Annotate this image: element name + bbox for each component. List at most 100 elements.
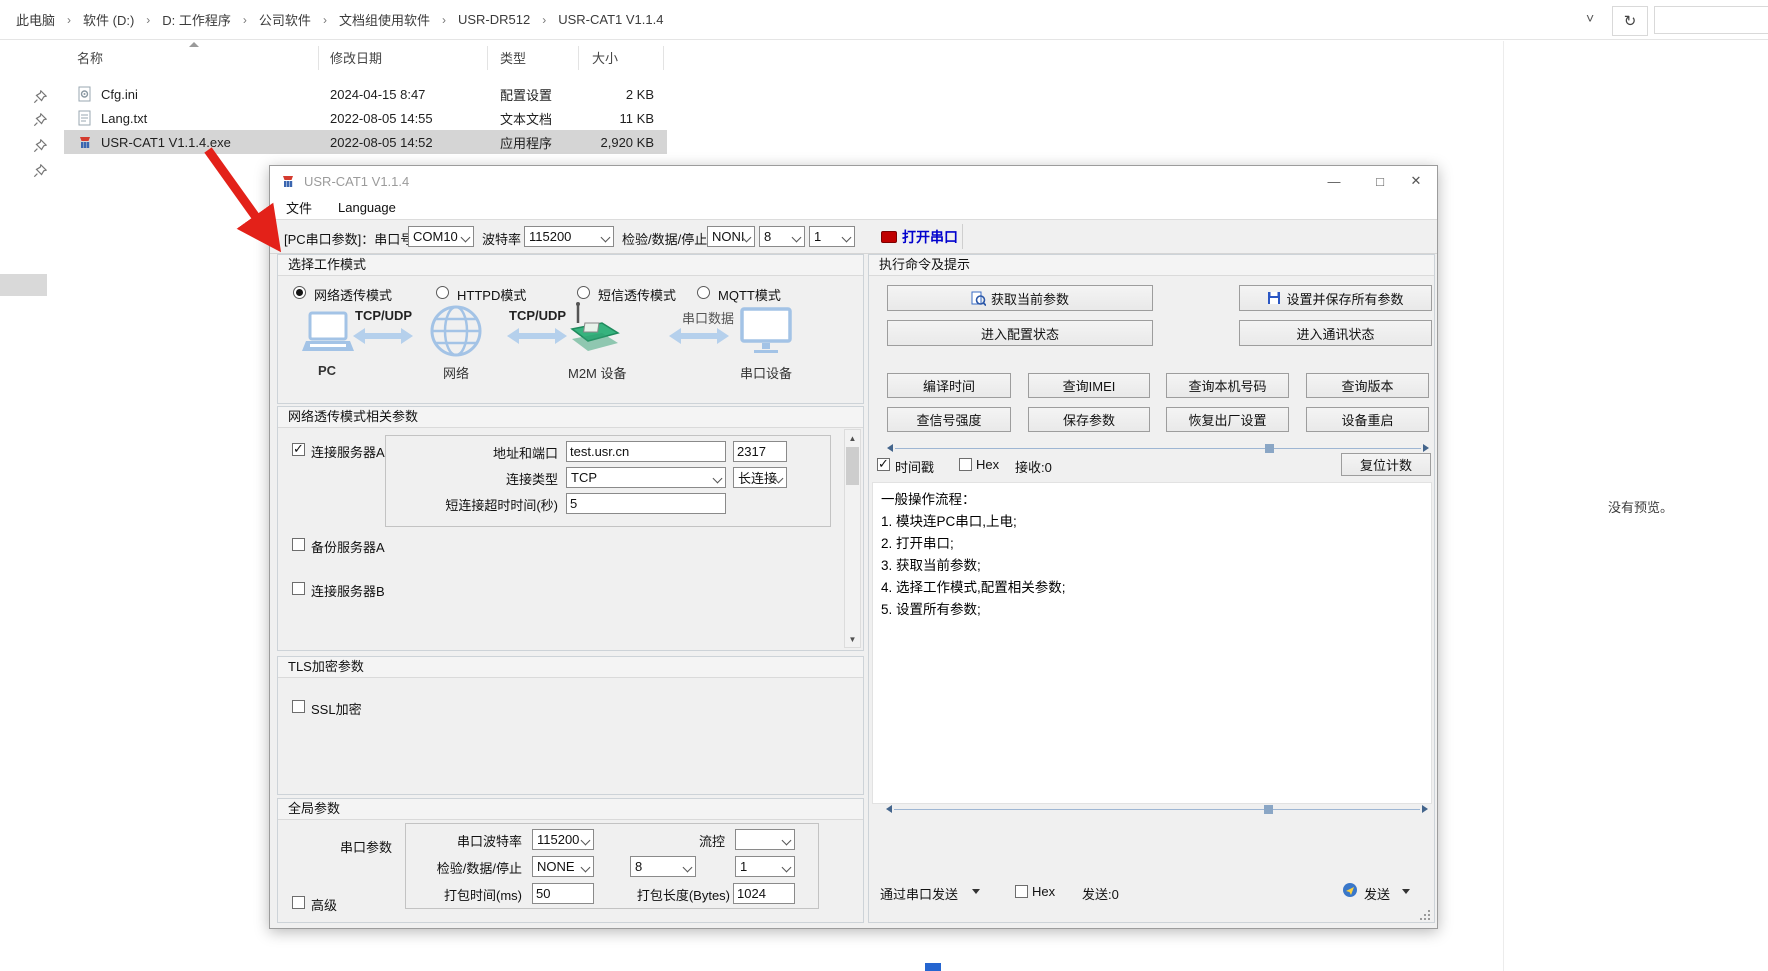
column-header-size[interactable]: 大小 bbox=[592, 48, 618, 72]
address-input[interactable] bbox=[566, 441, 726, 462]
horizontal-slider[interactable] bbox=[887, 444, 1429, 453]
radio-label[interactable]: HTTPD模式 bbox=[457, 285, 526, 304]
short-timeout-input[interactable] bbox=[566, 493, 726, 514]
device-restart-button[interactable]: 设备重启 bbox=[1306, 407, 1429, 432]
horizontal-slider[interactable] bbox=[886, 805, 1428, 814]
query-signal-button[interactable]: 查信号强度 bbox=[887, 407, 1011, 432]
breadcrumb-item-current[interactable]: USR-CAT1 V1.1.4 bbox=[554, 12, 667, 27]
vertical-scrollbar[interactable]: ▲ ▼ bbox=[844, 429, 861, 648]
baud-select[interactable]: 115200 bbox=[524, 226, 614, 247]
radio-httpd[interactable] bbox=[436, 286, 449, 299]
enter-config-button[interactable]: 进入配置状态 bbox=[887, 320, 1153, 346]
advanced-label[interactable]: 高级 bbox=[311, 895, 337, 914]
hex-recv-checkbox[interactable] bbox=[959, 458, 972, 471]
breadcrumb-item[interactable]: D: 工作程序 bbox=[158, 10, 235, 29]
scrollbar-thumb[interactable] bbox=[846, 447, 859, 485]
column-header-date[interactable]: 修改日期 bbox=[330, 48, 382, 72]
global-stopbits-select[interactable]: 1 bbox=[735, 856, 795, 877]
save-params-button[interactable]: 保存参数 bbox=[1028, 407, 1150, 432]
query-version-button[interactable]: 查询版本 bbox=[1306, 373, 1429, 398]
factory-reset-button[interactable]: 恢复出厂设置 bbox=[1166, 407, 1289, 432]
get-params-button[interactable]: 获取当前参数 bbox=[887, 285, 1153, 311]
databits-select[interactable]: 8 bbox=[759, 226, 805, 247]
compile-time-button[interactable]: 编译时间 bbox=[887, 373, 1011, 398]
advanced-checkbox[interactable] bbox=[292, 896, 305, 909]
scroll-down-icon[interactable]: ▼ bbox=[845, 631, 860, 647]
slider-left-arrow-icon[interactable] bbox=[887, 444, 893, 452]
conn-type-select[interactable]: TCP bbox=[566, 467, 726, 488]
radio-sms-passthrough[interactable] bbox=[577, 286, 590, 299]
slider-thumb[interactable] bbox=[1264, 805, 1273, 814]
port-input[interactable] bbox=[733, 441, 787, 462]
menu-language[interactable]: Language bbox=[338, 200, 396, 215]
slider-left-arrow-icon[interactable] bbox=[886, 805, 892, 813]
com-port-select[interactable]: COM10 bbox=[408, 226, 474, 247]
backup-a-label[interactable]: 备份服务器A bbox=[311, 537, 385, 556]
pack-time-input[interactable] bbox=[532, 883, 594, 904]
resize-grip[interactable] bbox=[1420, 910, 1430, 920]
timestamp-checkbox[interactable] bbox=[877, 458, 890, 471]
enter-comm-button[interactable]: 进入通讯状态 bbox=[1239, 320, 1432, 346]
global-parity-select[interactable]: NONE bbox=[532, 856, 594, 877]
radio-net-passthrough[interactable] bbox=[293, 286, 306, 299]
file-row-selected[interactable]: USR-CAT1 V1.1.4.exe 2022-08-05 14:52 应用程… bbox=[64, 130, 667, 154]
set-save-all-button[interactable]: 设置并保存所有参数 bbox=[1239, 285, 1432, 311]
hex-send-label[interactable]: Hex bbox=[1032, 884, 1055, 899]
backup-a-checkbox[interactable] bbox=[292, 538, 305, 551]
slider-thumb[interactable] bbox=[1265, 444, 1274, 453]
send-button[interactable]: 发送 bbox=[1364, 884, 1390, 903]
hex-send-checkbox[interactable] bbox=[1015, 885, 1028, 898]
radio-mqtt[interactable] bbox=[697, 286, 710, 299]
flow-select[interactable] bbox=[735, 829, 795, 850]
refresh-button[interactable]: ↻ bbox=[1612, 6, 1648, 36]
column-header-type[interactable]: 类型 bbox=[500, 48, 526, 72]
global-databits-select[interactable]: 8 bbox=[630, 856, 696, 877]
tls-group: TLS加密参数 SSL加密 bbox=[277, 656, 864, 795]
pack-len-input[interactable] bbox=[733, 883, 795, 904]
radio-label[interactable]: MQTT模式 bbox=[718, 285, 781, 304]
search-input[interactable] bbox=[1654, 6, 1768, 34]
scroll-up-icon[interactable]: ▲ bbox=[845, 430, 860, 446]
menu-file[interactable]: 文件 bbox=[286, 198, 312, 217]
hex-recv-label[interactable]: Hex bbox=[976, 457, 999, 472]
dropdown-arrow-icon[interactable] bbox=[972, 889, 980, 894]
server-a-label[interactable]: 连接服务器A bbox=[311, 442, 385, 461]
chevron-down-icon[interactable]: ˅ bbox=[1586, 10, 1594, 26]
column-divider bbox=[578, 46, 579, 70]
partial-taskbar-icon bbox=[925, 963, 941, 971]
server-a-checkbox[interactable] bbox=[292, 443, 305, 456]
breadcrumb-item[interactable]: 文档组使用软件 bbox=[335, 10, 434, 29]
ssl-label[interactable]: SSL加密 bbox=[311, 699, 362, 718]
timestamp-label[interactable]: 时间戳 bbox=[895, 457, 934, 476]
server-b-checkbox[interactable] bbox=[292, 582, 305, 595]
slider-right-arrow-icon[interactable] bbox=[1423, 444, 1429, 452]
dropdown-arrow-icon[interactable] bbox=[1402, 889, 1410, 894]
send-via-serial-label[interactable]: 通过串口发送 bbox=[880, 884, 958, 903]
breadcrumb-item[interactable]: 软件 (D:) bbox=[79, 10, 138, 29]
title-bar[interactable]: USR-CAT1 V1.1.4 bbox=[270, 166, 1437, 196]
open-port-button[interactable]: 打开串口 bbox=[902, 227, 958, 247]
file-row[interactable]: Lang.txt 2022-08-05 14:55 文本文档 11 KB bbox=[64, 106, 667, 130]
chevron-down-icon bbox=[792, 233, 802, 243]
ssl-checkbox[interactable] bbox=[292, 700, 305, 713]
minimize-button[interactable]: — bbox=[1312, 166, 1356, 196]
close-button[interactable]: ✕ bbox=[1394, 166, 1438, 196]
breadcrumb-item[interactable]: 公司软件 bbox=[255, 10, 315, 29]
breadcrumb-item[interactable]: 此电脑 bbox=[12, 10, 59, 29]
parity-select[interactable]: NONI bbox=[707, 226, 755, 247]
log-output[interactable]: 一般操作流程： 1. 模块连PC串口,上电; 2. 打开串口; 3. 获取当前参… bbox=[872, 482, 1432, 804]
server-b-label[interactable]: 连接服务器B bbox=[311, 581, 385, 600]
slider-right-arrow-icon[interactable] bbox=[1422, 805, 1428, 813]
keepalive-select[interactable]: 长连接 bbox=[733, 467, 787, 488]
serial-params-section-label: 串口参数 bbox=[324, 837, 392, 856]
radio-label[interactable]: 网络透传模式 bbox=[314, 285, 392, 304]
global-baud-select[interactable]: 115200 bbox=[532, 829, 594, 850]
chevron-down-icon bbox=[601, 233, 611, 243]
column-header-name[interactable]: 名称 bbox=[77, 48, 103, 72]
query-number-button[interactable]: 查询本机号码 bbox=[1166, 373, 1289, 398]
breadcrumb-item[interactable]: USR-DR512 bbox=[454, 12, 534, 27]
stopbits-select[interactable]: 1 bbox=[809, 226, 855, 247]
file-row[interactable]: Cfg.ini 2024-04-15 8:47 配置设置 2 KB bbox=[64, 82, 667, 106]
query-imei-button[interactable]: 查询IMEI bbox=[1028, 373, 1150, 398]
reset-count-button[interactable]: 复位计数 bbox=[1341, 453, 1431, 476]
